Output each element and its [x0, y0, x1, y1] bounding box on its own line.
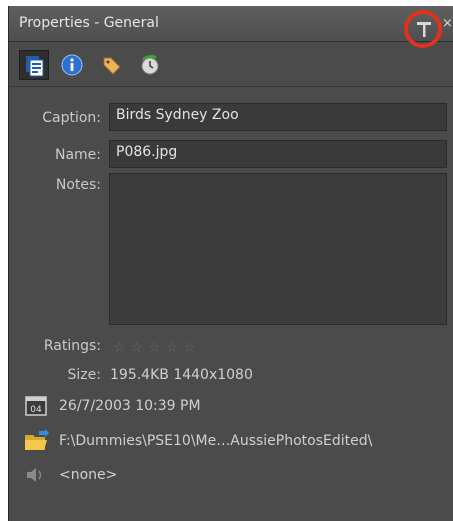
close-icon[interactable]: ×: [442, 16, 453, 31]
panel-title: Properties - General: [19, 15, 159, 31]
size-label: Size:: [67, 367, 101, 383]
info-icon: [61, 54, 83, 76]
history-icon: [141, 54, 159, 75]
notes-textarea[interactable]: [109, 173, 447, 325]
name-label: Name:: [54, 147, 101, 163]
history-tab-button[interactable]: [135, 50, 165, 80]
file-path-value: F:\Dummies\PSE10\Me…AussiePhotosEdited\: [59, 433, 373, 449]
folder-icon: [25, 429, 49, 450]
notes-label: Notes:: [55, 177, 101, 193]
properties-toolbar: [9, 42, 453, 87]
general-tab-button[interactable]: [19, 50, 49, 80]
name-input[interactable]: P086.jpg: [109, 140, 447, 168]
panel-footer: [9, 491, 453, 521]
calendar-day-text: 04: [30, 405, 42, 415]
metadata-tab-button[interactable]: [57, 50, 87, 80]
calendar-icon: 04: [25, 396, 47, 416]
size-value: 195.4KB 1440x1080: [110, 367, 253, 383]
speaker-icon[interactable]: [25, 466, 47, 484]
pin-icon[interactable]: [416, 21, 432, 39]
title-bar[interactable]: Properties - General ×: [9, 6, 453, 48]
properties-panel: Properties - General × Caption: Birds Sy…: [8, 6, 453, 521]
caption-input[interactable]: Birds Sydney Zoo: [109, 103, 447, 131]
ratings-label: Ratings:: [43, 338, 101, 354]
document-properties-icon: [26, 56, 44, 77]
date-value: 26/7/2003 10:39 PM: [59, 398, 201, 414]
keywords-tab-button[interactable]: [97, 50, 127, 80]
tag-icon: [103, 57, 121, 75]
audio-caption-value: <none>: [59, 467, 118, 483]
rating-stars[interactable]: ☆☆☆☆☆: [113, 340, 201, 356]
caption-label: Caption:: [42, 110, 101, 126]
